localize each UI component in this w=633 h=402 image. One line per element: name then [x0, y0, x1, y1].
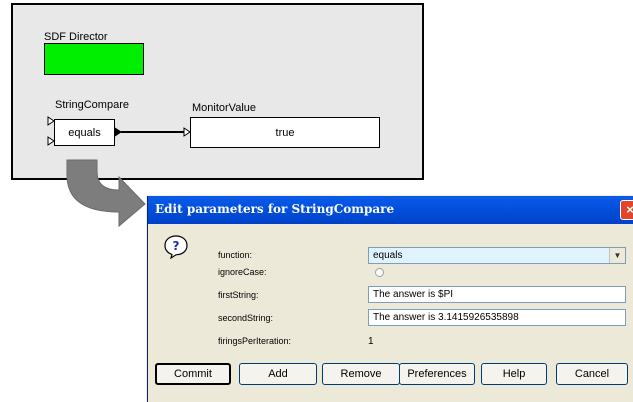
close-button[interactable]: ×: [620, 200, 633, 220]
chevron-down-icon[interactable]: ▼: [609, 248, 625, 263]
first-string-input[interactable]: The answer is $PI: [368, 286, 626, 303]
second-string-input[interactable]: The answer is 3.1415926535898: [368, 309, 626, 326]
commit-button[interactable]: Commit: [155, 363, 231, 385]
help-button[interactable]: Help: [481, 363, 547, 385]
first-string-label: firstString:: [218, 290, 259, 300]
preferences-button[interactable]: Preferences: [399, 363, 475, 385]
second-string-label: secondString:: [218, 313, 274, 323]
svg-text:?: ?: [173, 239, 180, 253]
add-button[interactable]: Add: [239, 363, 317, 385]
function-value: equals: [373, 250, 403, 261]
dialog-title: Edit parameters for StringCompare: [155, 202, 395, 216]
close-icon: ×: [626, 202, 633, 217]
edit-parameters-dialog: Edit parameters for StringCompare × ? fu…: [147, 196, 633, 402]
firings-label: firingsPerIteration:: [218, 336, 292, 346]
function-select[interactable]: equals ▼: [368, 247, 626, 264]
firings-value: 1: [368, 336, 374, 347]
cancel-button[interactable]: Cancel: [556, 363, 628, 385]
ignore-case-label: ignoreCase:: [218, 267, 267, 277]
dialog-titlebar[interactable]: Edit parameters for StringCompare ×: [148, 196, 633, 224]
remove-button[interactable]: Remove: [322, 363, 400, 385]
function-label: function:: [218, 250, 253, 260]
question-icon: ?: [164, 235, 188, 259]
ignore-case-radio[interactable]: [375, 268, 384, 277]
